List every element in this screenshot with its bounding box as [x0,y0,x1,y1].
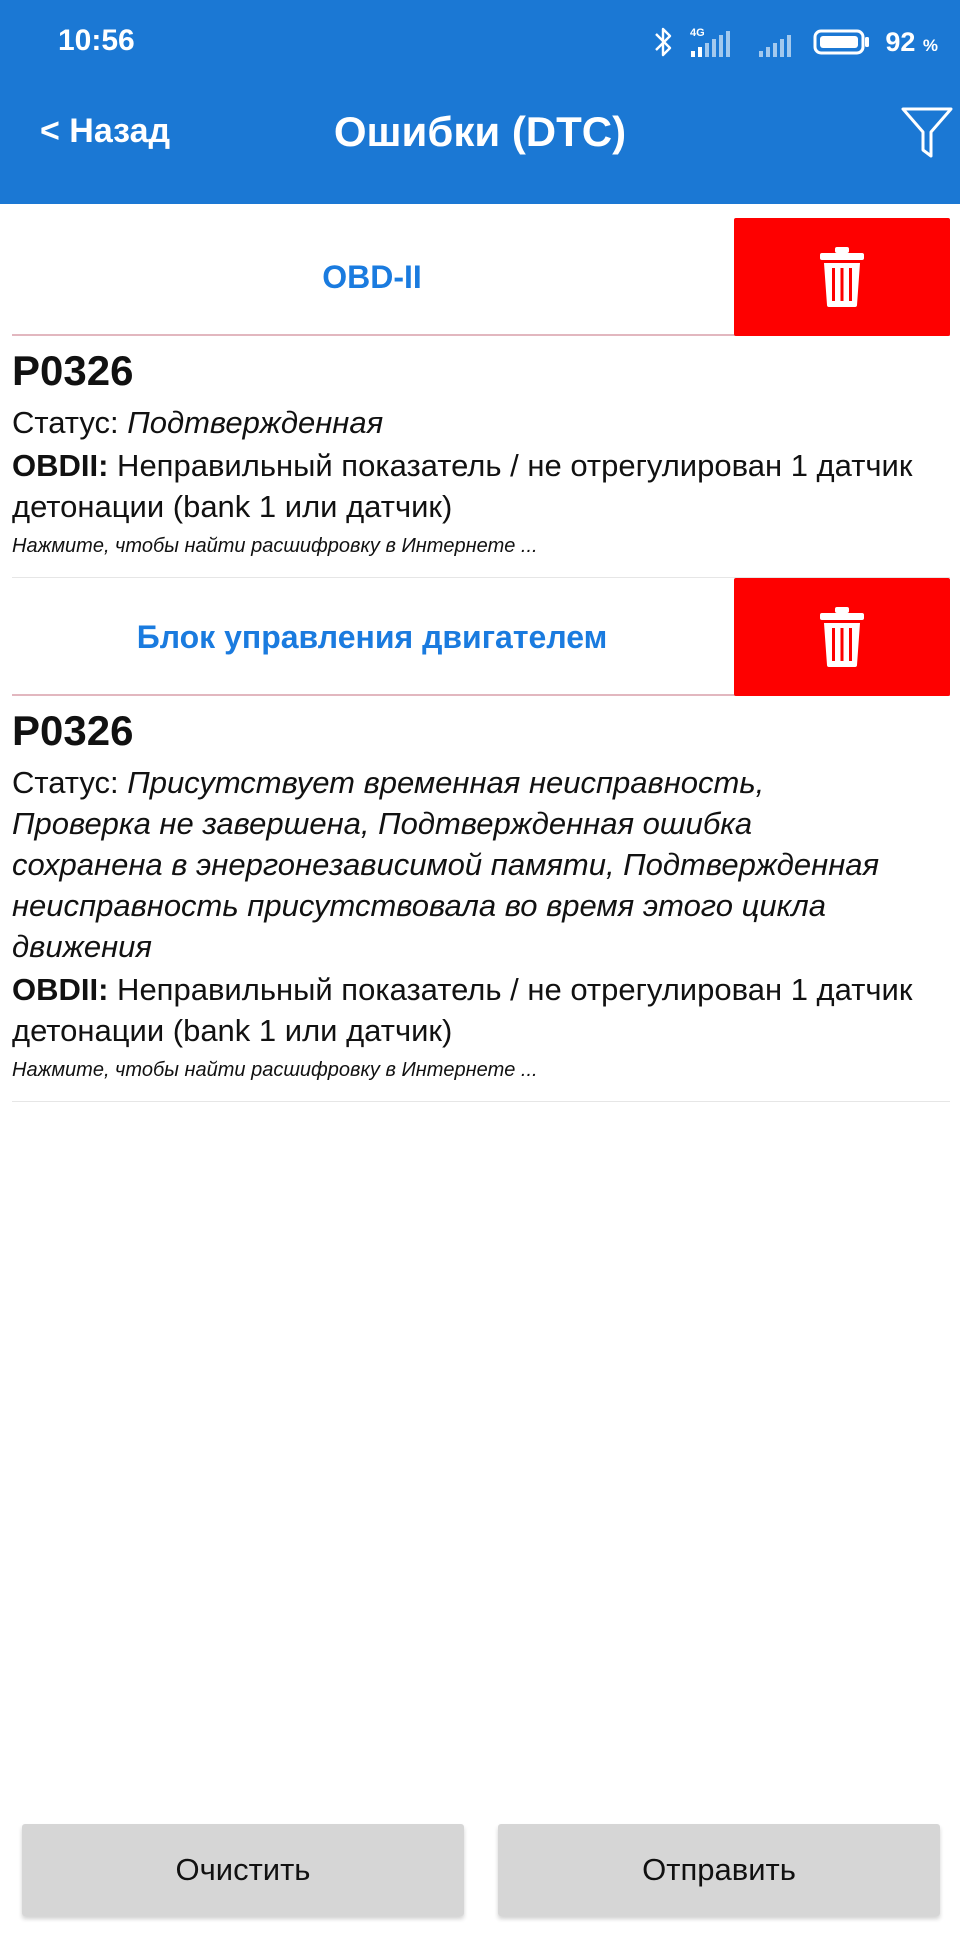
dtc-description: OBDII: Неправильный показатель / не отре… [12,972,913,1048]
section-label: Блок управления двигателем [136,618,608,655]
dtc-code: P0326 [12,347,134,394]
battery-percent: 92 % [885,26,938,57]
dtc-list-item[interactable]: P0326 Статус: Подтвержденная OBDII: Непр… [12,346,950,578]
app-header: 10:56 4G 92 % < Назад Ошибки (DTC) [0,0,960,204]
search-online-hint[interactable]: Нажмите, чтобы найти расшифровку в Интер… [12,1055,950,1085]
trash-icon [820,607,864,667]
search-online-hint[interactable]: Нажмите, чтобы найти расшифровку в Интер… [12,531,950,561]
status-time: 10:56 [58,24,135,57]
signal-icon [759,35,792,57]
section-header-obd2: OBD-II [12,218,950,336]
dtc-list-item[interactable]: P0326 Статус: Присутствует временная неи… [12,706,950,1102]
delete-button[interactable] [734,218,950,336]
section-label: OBD-II [322,258,422,295]
trash-icon [820,247,864,307]
send-button[interactable]: Отправить [498,1824,940,1916]
dtc-status: Статус: Подтвержденная [12,405,384,440]
dtc-code: P0326 [12,707,134,754]
status-icons: 4G 92 % [653,22,938,62]
dtc-status: Статус: Присутствует временная неисправн… [12,765,880,964]
section-header-engine: Блок управления двигателем [12,578,950,696]
dtc-description: OBDII: Неправильный показатель / не отре… [12,448,913,524]
page-title: Ошибки (DTC) [333,108,627,155]
delete-button[interactable] [734,578,950,696]
battery-icon [813,29,870,55]
bluetooth-icon [655,27,672,57]
filter-icon[interactable] [898,104,956,162]
signal-4g-icon: 4G [690,27,731,57]
clear-button[interactable]: Очистить [22,1824,464,1916]
svg-text:4G: 4G [690,27,705,39]
